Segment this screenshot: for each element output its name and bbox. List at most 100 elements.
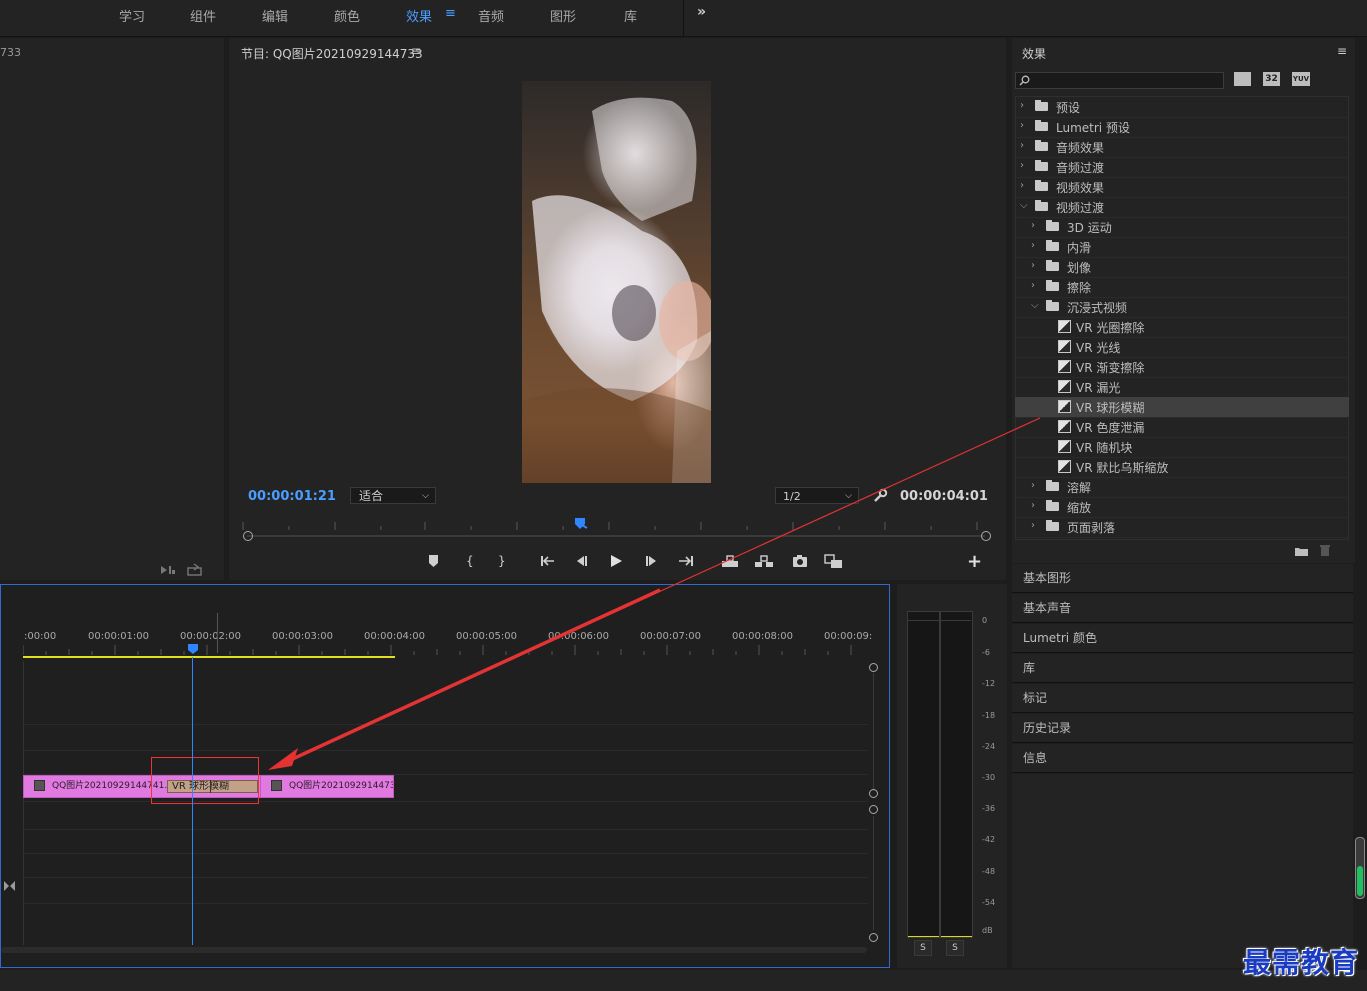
- go-to-in-icon[interactable]: [540, 554, 556, 568]
- vertical-scroll-handle[interactable]: [869, 663, 878, 672]
- chevron-right-icon[interactable]: ›: [1031, 480, 1035, 491]
- new-bin-folder-icon[interactable]: [1294, 545, 1309, 557]
- effects-tree-item[interactable]: ⌵ 沉浸式视频: [1015, 297, 1349, 318]
- effects-tree-item[interactable]: VR 漏光: [1015, 377, 1349, 398]
- panel-libraries[interactable]: 库: [1012, 654, 1353, 683]
- vertical-scroll-handle[interactable]: [869, 789, 878, 798]
- extract-icon[interactable]: [754, 554, 774, 568]
- trash-icon[interactable]: [1319, 544, 1331, 557]
- effects-tree-item[interactable]: › 内滑: [1015, 237, 1349, 258]
- program-scrollbar-track[interactable]: [247, 535, 985, 537]
- effects-tree-item[interactable]: ⌵ 视频过渡: [1015, 197, 1349, 218]
- effects-tree-item[interactable]: › 溶解: [1015, 477, 1349, 498]
- tab-effects[interactable]: 效果: [406, 6, 432, 25]
- vertical-scroll-handle[interactable]: [869, 805, 878, 814]
- effects-tree-item[interactable]: VR 光圈擦除: [1015, 317, 1349, 338]
- timeline-ruler[interactable]: [23, 643, 869, 657]
- tab-graphics[interactable]: 图形: [550, 6, 576, 25]
- scrollbar[interactable]: [1355, 837, 1365, 899]
- mark-out-icon[interactable]: }: [498, 554, 506, 568]
- panel-essential-sound[interactable]: 基本声音: [1012, 594, 1353, 623]
- chevron-right-icon[interactable]: ›: [1020, 120, 1024, 131]
- effects-search-input[interactable]: [1015, 72, 1224, 89]
- chevron-down-icon[interactable]: ⌵: [1031, 300, 1039, 311]
- 32-bit-effects-icon[interactable]: 32: [1263, 72, 1280, 86]
- export-frame-icon[interactable]: [187, 563, 203, 576]
- effects-tree-item[interactable]: VR 光线: [1015, 337, 1349, 358]
- add-marker-icon[interactable]: [428, 554, 440, 568]
- work-area-bar[interactable]: [23, 656, 395, 658]
- panel-markers[interactable]: 标记: [1012, 684, 1353, 713]
- effects-tree-item[interactable]: › 擦除: [1015, 277, 1349, 298]
- tab-libraries[interactable]: 库: [624, 6, 637, 25]
- zoom-handle-right[interactable]: [981, 531, 991, 541]
- program-playhead[interactable]: [574, 517, 588, 529]
- video-preview[interactable]: [522, 81, 711, 483]
- horizontal-scrollbar[interactable]: [1, 947, 867, 953]
- lift-icon[interactable]: [721, 554, 739, 568]
- vertical-scroll-track[interactable]: [873, 673, 874, 791]
- chevron-down-icon[interactable]: ⌵: [1020, 200, 1028, 211]
- compare-view-icon[interactable]: [824, 554, 844, 570]
- play-icon[interactable]: [609, 554, 623, 568]
- chevron-right-icon[interactable]: ›: [1020, 180, 1024, 191]
- panel-essential-graphics[interactable]: 基本图形: [1012, 564, 1353, 593]
- effects-tree-item[interactable]: VR 渐变擦除: [1015, 357, 1349, 378]
- chevron-right-icon[interactable]: ›: [1031, 520, 1035, 531]
- vertical-scroll-track[interactable]: [873, 816, 874, 930]
- insert-icon[interactable]: [160, 564, 176, 576]
- add-button-icon[interactable]: +: [967, 551, 982, 572]
- effects-tree-item[interactable]: › 视频效果: [1015, 177, 1349, 198]
- effects-tree-item[interactable]: VR 球形模糊: [1015, 397, 1349, 418]
- tab-learn[interactable]: 学习: [119, 6, 145, 25]
- panel-history[interactable]: 历史记录: [1012, 714, 1353, 743]
- tab-color[interactable]: 颜色: [334, 6, 360, 25]
- zoom-handle-left[interactable]: [243, 531, 253, 541]
- effects-tree-item[interactable]: › 音频效果: [1015, 137, 1349, 158]
- effects-tree-item[interactable]: › 音频过渡: [1015, 157, 1349, 178]
- program-time-ruler[interactable]: [241, 520, 989, 530]
- timeline-playhead-line[interactable]: [192, 657, 193, 945]
- chevron-right-icon[interactable]: ›: [1031, 280, 1035, 291]
- effects-tree-item[interactable]: VR 色度泄漏: [1015, 417, 1349, 438]
- step-back-icon[interactable]: [574, 554, 588, 568]
- chevron-right-icon[interactable]: ›: [1031, 260, 1035, 271]
- overflow-chevron-icon[interactable]: »: [697, 4, 706, 20]
- panel-info[interactable]: 信息: [1012, 744, 1353, 773]
- playback-resolution-dropdown[interactable]: 1/2 ⌵: [775, 487, 859, 504]
- zoom-fit-dropdown[interactable]: 适合 ⌵: [350, 487, 436, 504]
- video-clip-2[interactable]: QQ图片2021092914473: [260, 775, 394, 798]
- panel-lumetri-color[interactable]: Lumetri 颜色: [1012, 624, 1353, 653]
- effects-tree-item[interactable]: › Lumetri 预设: [1015, 117, 1349, 138]
- go-to-out-icon[interactable]: [678, 554, 694, 568]
- step-forward-icon[interactable]: [645, 554, 659, 568]
- chevron-right-icon[interactable]: ›: [1020, 100, 1024, 111]
- chevron-right-icon[interactable]: ›: [1020, 140, 1024, 151]
- solo-left-button[interactable]: S: [914, 940, 932, 956]
- timeline-playhead-head[interactable]: [188, 644, 198, 654]
- effects-tree-item[interactable]: VR 默比乌斯缩放: [1015, 457, 1349, 478]
- workspace-menu-icon[interactable]: ≡: [445, 6, 456, 21]
- tab-assembly[interactable]: 组件: [190, 6, 216, 25]
- effects-tree-item[interactable]: › 预设: [1015, 97, 1349, 118]
- chevron-right-icon[interactable]: ›: [1020, 160, 1024, 171]
- vertical-scroll-handle[interactable]: [869, 933, 878, 942]
- mark-in-icon[interactable]: {: [466, 554, 474, 568]
- tab-audio[interactable]: 音频: [478, 6, 504, 25]
- accelerated-effects-icon[interactable]: [1234, 72, 1251, 86]
- effects-tree-item[interactable]: › 页面剥落: [1015, 517, 1349, 538]
- yuv-effects-icon[interactable]: YUV: [1292, 72, 1310, 86]
- chevron-right-icon[interactable]: ›: [1031, 240, 1035, 251]
- panel-menu-icon[interactable]: ≡: [411, 44, 421, 58]
- chevron-right-icon[interactable]: ›: [1031, 500, 1035, 511]
- effects-tree-item[interactable]: VR 随机块: [1015, 437, 1349, 458]
- tab-editing[interactable]: 编辑: [262, 6, 288, 25]
- chevron-right-icon[interactable]: ›: [1031, 220, 1035, 231]
- export-frame-camera-icon[interactable]: [792, 554, 808, 568]
- effects-tree-item[interactable]: › 划像: [1015, 257, 1349, 278]
- wrench-settings-icon[interactable]: [872, 488, 888, 504]
- track-toggle-icon[interactable]: [4, 881, 16, 891]
- current-timecode[interactable]: 00:00:01:21: [248, 489, 336, 504]
- solo-right-button[interactable]: S: [946, 940, 964, 956]
- panel-menu-icon[interactable]: ≡: [1337, 44, 1347, 58]
